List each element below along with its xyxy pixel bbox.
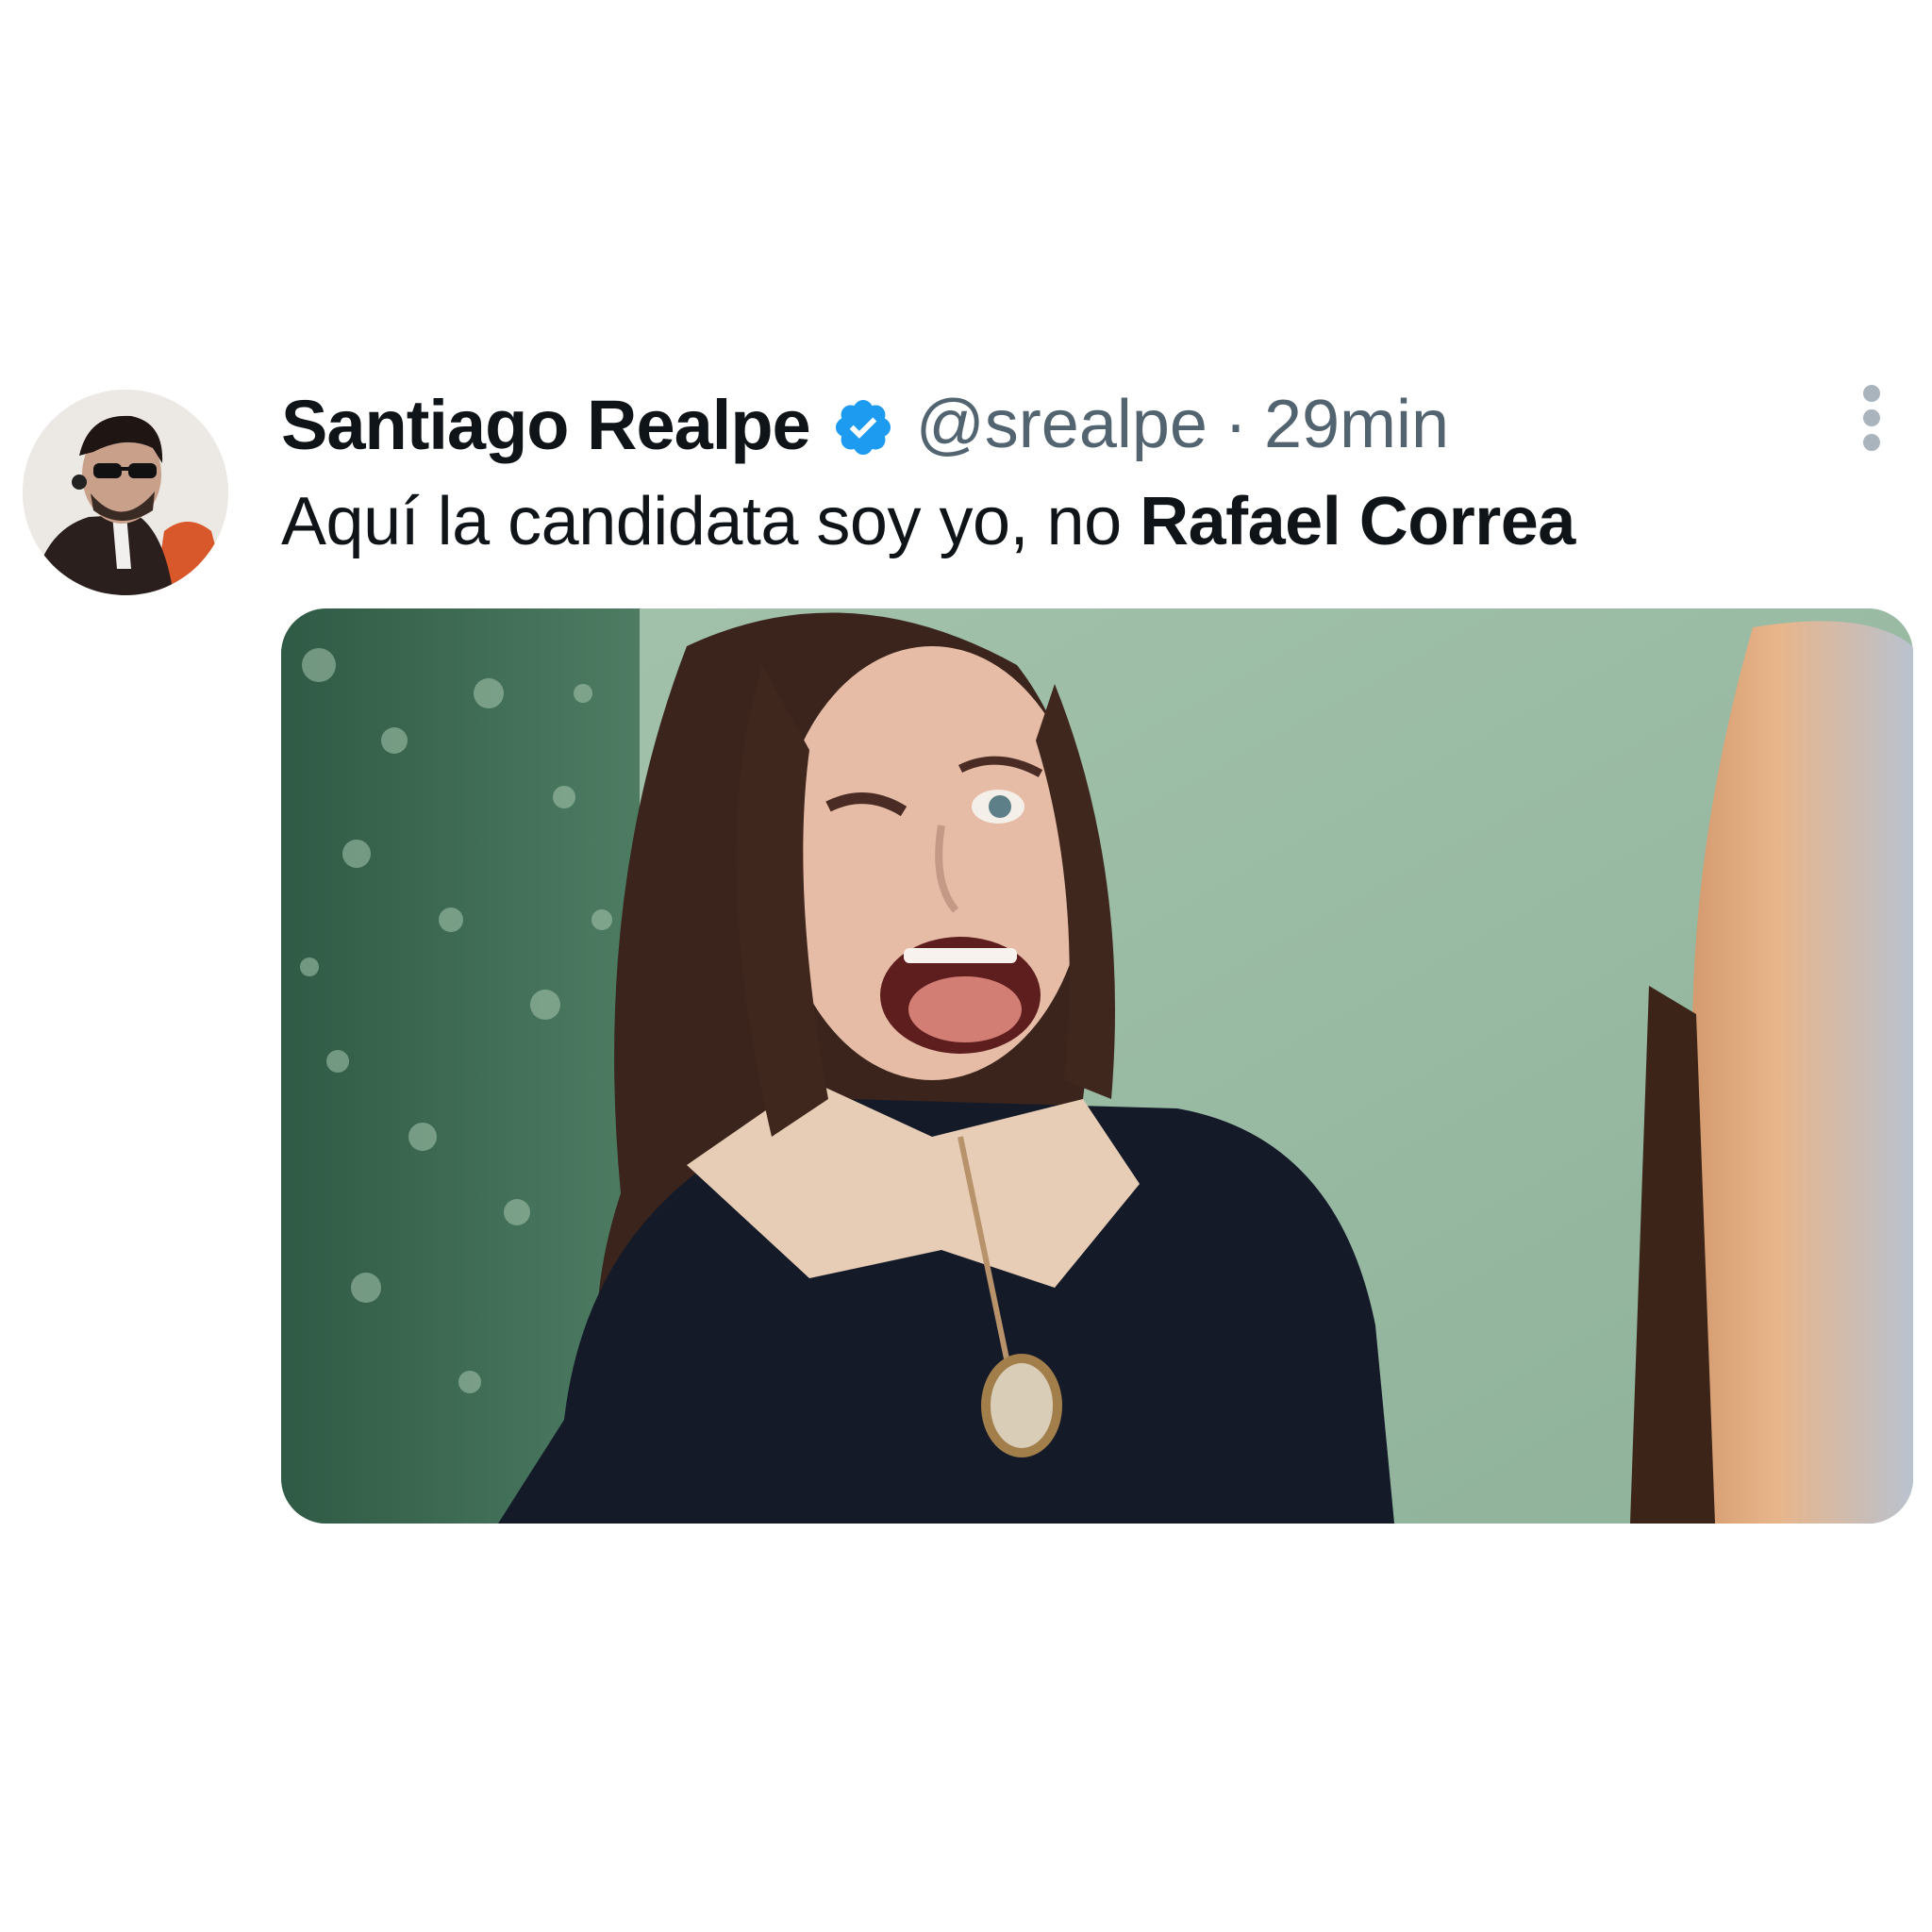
more-dot xyxy=(1863,409,1880,426)
tweet-media-image[interactable] xyxy=(281,608,1913,1524)
tweet-text-plain: Aquí la candidata soy yo, no xyxy=(281,484,1141,559)
tweet-card[interactable]: Santiago Realpe @srealpe · 29min Aquí la… xyxy=(0,0,1932,1932)
tweet-timestamp[interactable]: 29min xyxy=(1264,386,1449,463)
more-dot xyxy=(1863,385,1880,402)
meme-photo xyxy=(281,608,1913,1524)
more-dot xyxy=(1863,434,1880,451)
author-handle[interactable]: @srealpe xyxy=(916,386,1208,463)
tweet-text-bold: Rafael Correa xyxy=(1140,484,1575,559)
more-options-icon[interactable] xyxy=(1853,385,1890,451)
tweet-header: Santiago Realpe @srealpe · 29min xyxy=(281,382,1449,467)
separator-dot: · xyxy=(1224,387,1247,462)
verified-badge-icon xyxy=(831,395,895,459)
tweet-text: Aquí la candidata soy yo, no Rafael Corr… xyxy=(281,483,1575,560)
profile-avatar[interactable] xyxy=(23,390,228,595)
avatar-image xyxy=(23,390,228,595)
author-display-name[interactable]: Santiago Realpe xyxy=(281,385,811,465)
